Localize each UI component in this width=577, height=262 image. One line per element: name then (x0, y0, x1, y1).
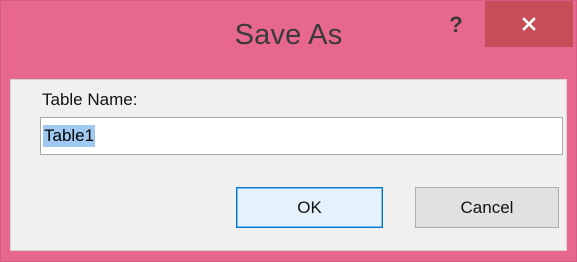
help-button[interactable]: ? (433, 1, 479, 49)
save-as-dialog: Save As ? Table Name: Table1 OK Cancel (0, 0, 577, 262)
cancel-button[interactable]: Cancel (415, 187, 559, 228)
close-icon (522, 17, 536, 31)
help-icon: ? (449, 12, 463, 37)
table-name-input[interactable]: Table1 (40, 117, 563, 155)
close-button[interactable] (485, 1, 573, 47)
title-bar[interactable]: Save As ? (1, 1, 576, 79)
dialog-body: Table Name: Table1 OK Cancel (10, 79, 567, 251)
table-name-label: Table Name: (42, 90, 138, 109)
table-name-value: Table1 (43, 125, 96, 147)
ok-button[interactable]: OK (236, 187, 383, 228)
